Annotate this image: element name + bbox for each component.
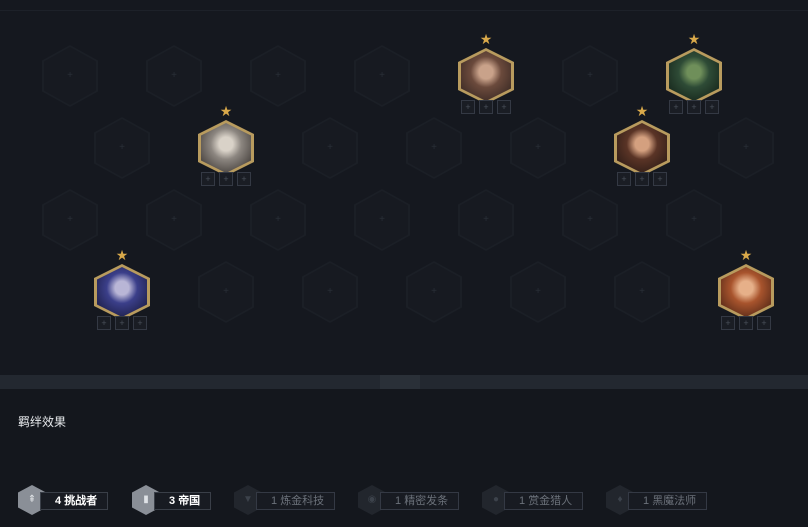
plus-icon: + bbox=[275, 70, 281, 81]
item-slots: + + + bbox=[669, 100, 719, 114]
star-icon: ★ bbox=[479, 31, 493, 47]
item-slot[interactable]: + bbox=[635, 172, 649, 186]
empty-board-slot[interactable]: + bbox=[614, 261, 670, 323]
trait-count: 1 bbox=[271, 495, 281, 507]
empty-board-slot[interactable]: + bbox=[406, 261, 462, 323]
plus-icon: + bbox=[535, 142, 541, 153]
item-slot[interactable]: + bbox=[479, 100, 493, 114]
item-slot[interactable]: + bbox=[497, 100, 511, 114]
item-slot[interactable]: + bbox=[237, 172, 251, 186]
synergy-panel: 羁绊效果 ⇞ 4 挑战者 ▮ 3 帝国 ▼ 1 炼金科技 ◉ 1 精密发条 ● 1 赏金猎人 ♦ 1 … bbox=[0, 389, 808, 527]
item-slot[interactable]: + bbox=[687, 100, 701, 114]
empty-board-slot[interactable]: + bbox=[198, 261, 254, 323]
item-slots: + + + bbox=[721, 316, 771, 330]
empty-board-slot[interactable]: + bbox=[250, 45, 306, 107]
trait-count: 1 bbox=[643, 495, 653, 507]
plus-icon: + bbox=[119, 142, 125, 153]
plus-icon: + bbox=[483, 214, 489, 225]
star-icon: ★ bbox=[687, 31, 701, 47]
board-top-divider bbox=[0, 10, 808, 11]
empty-board-slot[interactable]: + bbox=[510, 261, 566, 323]
plus-icon: + bbox=[171, 70, 177, 81]
trait-label: 1 赏金猎人 bbox=[504, 492, 584, 510]
item-slots: + + + bbox=[461, 100, 511, 114]
empty-board-slot[interactable]: + bbox=[562, 189, 618, 251]
plus-icon: + bbox=[67, 214, 73, 225]
item-slot[interactable]: + bbox=[219, 172, 233, 186]
board-panel-divider[interactable] bbox=[0, 375, 808, 389]
plus-icon: + bbox=[327, 286, 333, 297]
plus-icon: + bbox=[431, 142, 437, 153]
star-icon: ★ bbox=[635, 103, 649, 119]
trait-label: 3 帝国 bbox=[154, 492, 212, 510]
empty-board-slot[interactable]: + bbox=[146, 45, 202, 107]
item-slot[interactable]: + bbox=[461, 100, 475, 114]
empty-board-slot[interactable]: + bbox=[302, 117, 358, 179]
empty-board-slot[interactable]: + bbox=[94, 117, 150, 179]
plus-icon: + bbox=[743, 142, 749, 153]
empty-board-slot[interactable]: + bbox=[354, 189, 410, 251]
empty-board-slot[interactable]: + bbox=[510, 117, 566, 179]
trait-label: 1 炼金科技 bbox=[256, 492, 336, 510]
trait-name: 挑战者 bbox=[64, 495, 98, 507]
trait-name: 炼金科技 bbox=[280, 495, 325, 507]
item-slots: + + + bbox=[97, 316, 147, 330]
synergy-title: 羁绊效果 bbox=[18, 415, 67, 429]
star-icon: ★ bbox=[739, 247, 753, 263]
star-icon: ★ bbox=[115, 247, 129, 263]
trait-count: 4 bbox=[55, 495, 65, 507]
trait-name: 赏金猎人 bbox=[528, 495, 573, 507]
empty-board-slot[interactable]: + bbox=[562, 45, 618, 107]
item-slot[interactable]: + bbox=[617, 172, 631, 186]
empty-board-slot[interactable]: + bbox=[406, 117, 462, 179]
plus-icon: + bbox=[171, 214, 177, 225]
trait-count: 1 bbox=[519, 495, 529, 507]
trait-label: 1 精密发条 bbox=[380, 492, 460, 510]
trait-count: 3 bbox=[169, 495, 179, 507]
empty-board-slot[interactable]: + bbox=[250, 189, 306, 251]
board: + + + + + + + + + + + + + + + + + + + + + + ★ + + + ★ + + + ★ + + + ★ + + + ★… bbox=[0, 0, 808, 375]
plus-icon: + bbox=[639, 286, 645, 297]
item-slot[interactable]: + bbox=[669, 100, 683, 114]
plus-icon: + bbox=[379, 214, 385, 225]
item-slots: + + + bbox=[617, 172, 667, 186]
plus-icon: + bbox=[223, 286, 229, 297]
empty-board-slot[interactable]: + bbox=[42, 45, 98, 107]
trait-label: 1 黑魔法师 bbox=[628, 492, 708, 510]
empty-board-slot[interactable]: + bbox=[146, 189, 202, 251]
empty-board-slot[interactable]: + bbox=[666, 189, 722, 251]
star-icon: ★ bbox=[219, 103, 233, 119]
item-slot[interactable]: + bbox=[201, 172, 215, 186]
plus-icon: + bbox=[67, 70, 73, 81]
item-slot[interactable]: + bbox=[705, 100, 719, 114]
item-slot[interactable]: + bbox=[97, 316, 111, 330]
trait-name: 帝国 bbox=[178, 495, 201, 507]
item-slot[interactable]: + bbox=[739, 316, 753, 330]
trait-count: 1 bbox=[395, 495, 405, 507]
trait-name: 精密发条 bbox=[404, 495, 449, 507]
empty-board-slot[interactable]: + bbox=[354, 45, 410, 107]
plus-icon: + bbox=[587, 214, 593, 225]
empty-board-slot[interactable]: + bbox=[458, 189, 514, 251]
empty-board-slot[interactable]: + bbox=[302, 261, 358, 323]
trait-label: 4 挑战者 bbox=[40, 492, 109, 510]
item-slot[interactable]: + bbox=[757, 316, 771, 330]
divider-handle[interactable] bbox=[380, 375, 420, 389]
trait-name: 黑魔法师 bbox=[652, 495, 697, 507]
item-slot[interactable]: + bbox=[133, 316, 147, 330]
plus-icon: + bbox=[587, 70, 593, 81]
plus-icon: + bbox=[431, 286, 437, 297]
item-slot[interactable]: + bbox=[115, 316, 129, 330]
plus-icon: + bbox=[327, 142, 333, 153]
plus-icon: + bbox=[379, 70, 385, 81]
empty-board-slot[interactable]: + bbox=[42, 189, 98, 251]
item-slot[interactable]: + bbox=[721, 316, 735, 330]
plus-icon: + bbox=[535, 286, 541, 297]
plus-icon: + bbox=[275, 214, 281, 225]
item-slot[interactable]: + bbox=[653, 172, 667, 186]
item-slots: + + + bbox=[201, 172, 251, 186]
empty-board-slot[interactable]: + bbox=[718, 117, 774, 179]
plus-icon: + bbox=[691, 214, 697, 225]
